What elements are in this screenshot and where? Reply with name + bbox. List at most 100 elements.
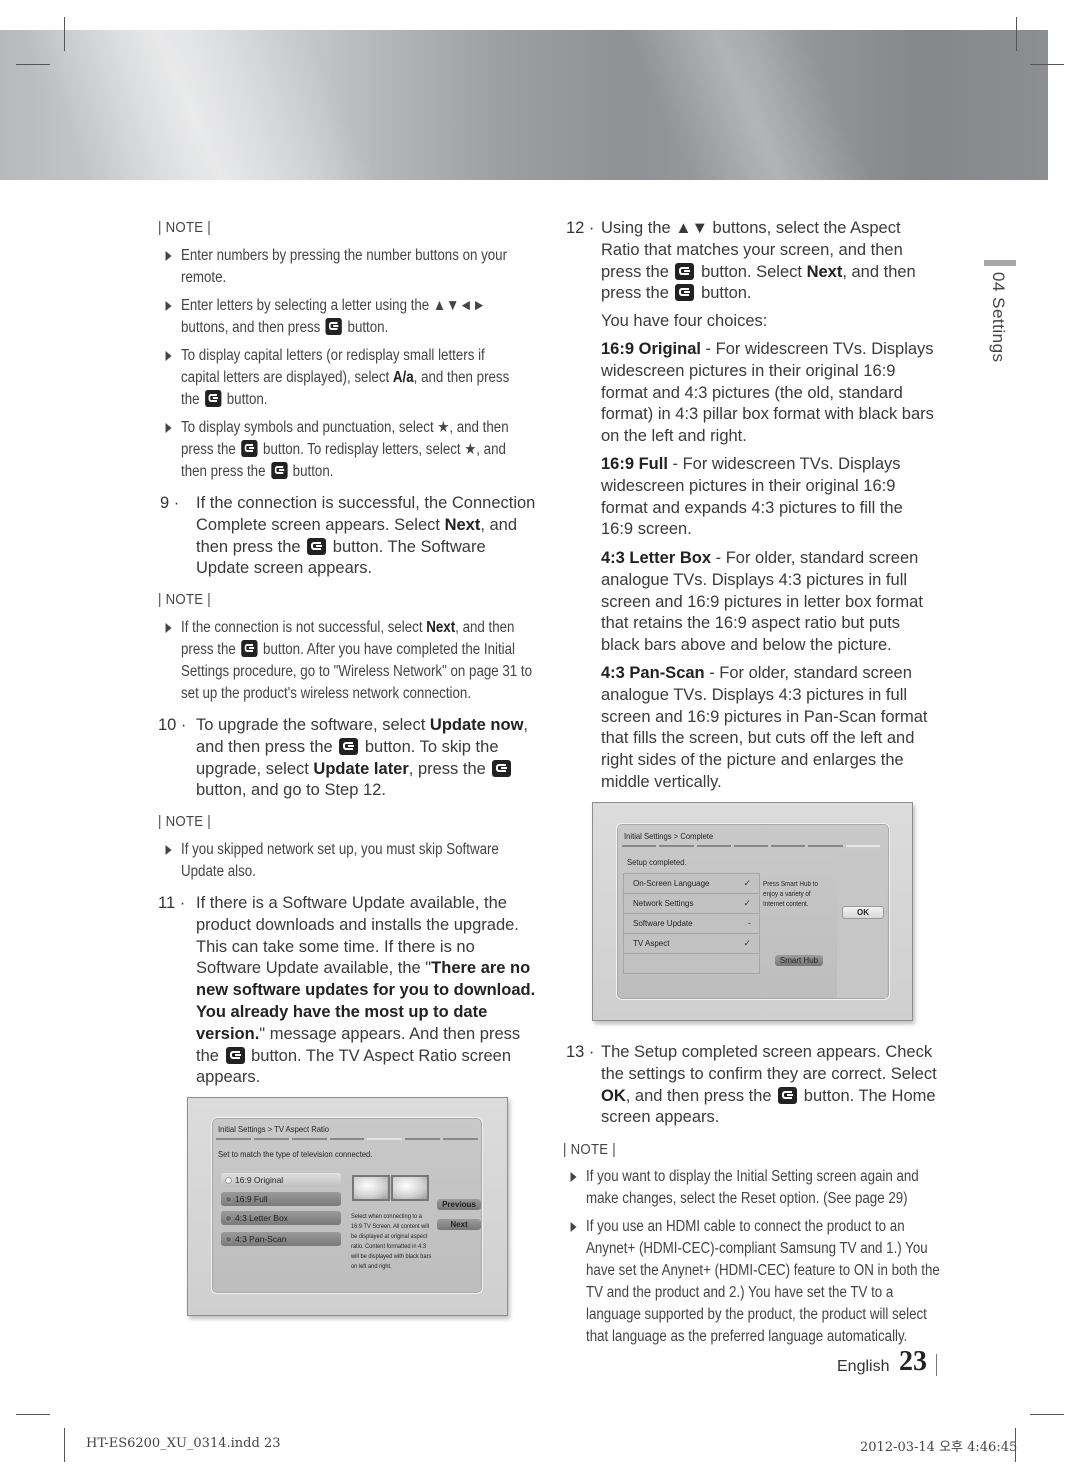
note-item: If you want to display the Initial Setti… xyxy=(570,1166,939,1210)
crop-mark xyxy=(64,17,65,51)
summary-row: Network Settings ✓ xyxy=(624,894,759,914)
aspect-ratio-screenshot: Initial Settings > TV Aspect Ratio Set t… xyxy=(187,1097,508,1316)
choice-4-3-pan-scan: 4:3 Pan-Scan - For older, standard scree… xyxy=(601,664,928,791)
choice-16-9-original: 16:9 Original - For widescreen TVs. Disp… xyxy=(601,340,934,446)
progress-steps xyxy=(216,1138,479,1140)
option-4-3-letter-box[interactable]: 4:3 Letter Box xyxy=(221,1211,341,1225)
side-panel xyxy=(837,850,887,998)
note-heading: | NOTE | xyxy=(158,219,211,236)
check-icon: ✓ xyxy=(743,898,751,908)
enter-button-icon xyxy=(225,1046,245,1064)
option-description: Select when connecting to a 16:9 TV Scre… xyxy=(351,1213,432,1270)
progress-step xyxy=(771,845,806,847)
note-item: If the connection is not successful, sel… xyxy=(165,617,534,705)
setup-complete-screenshot: Initial Settings > Complete Setup comple… xyxy=(592,802,913,1021)
progress-step xyxy=(216,1138,251,1140)
bullet-triangle-icon xyxy=(570,1222,577,1232)
progress-step xyxy=(367,1138,403,1140)
dialog-title: Initial Settings > Complete xyxy=(624,831,714,841)
bullet-triangle-icon xyxy=(570,1172,577,1182)
next-button[interactable]: Next xyxy=(437,1219,481,1230)
crop-mark xyxy=(1030,64,1064,65)
option-4-3-pan-scan[interactable]: 4:3 Pan-Scan xyxy=(221,1232,341,1246)
dialog-subtitle: Setup completed. xyxy=(627,857,687,867)
enter-button-icon xyxy=(492,759,512,777)
step-number: 10 · xyxy=(158,716,187,734)
note-item: To display capital letters (or redisplay… xyxy=(165,345,525,411)
enter-button-icon xyxy=(675,262,695,280)
preview-thumbnail xyxy=(391,1175,429,1201)
progress-step xyxy=(622,845,657,847)
step-13-text: The Setup completed screen appears. Chec… xyxy=(601,1043,937,1127)
crop-mark xyxy=(1030,1414,1064,1415)
dash-icon: - xyxy=(748,918,751,928)
step-number: 12 · xyxy=(566,219,595,237)
enter-button-icon xyxy=(778,1086,798,1104)
step-11-text: If there is a Software Update available,… xyxy=(196,894,536,1087)
chapter-label: 04 Settings xyxy=(989,272,1008,363)
enter-button-icon xyxy=(307,537,327,555)
file-name: HT-ES6200_XU_0314.indd 23 xyxy=(86,1436,281,1451)
crop-mark xyxy=(16,64,50,65)
enter-button-icon xyxy=(675,284,695,302)
header-banner xyxy=(0,30,1048,180)
summary-row: Software Update - xyxy=(624,914,759,934)
enter-button-icon xyxy=(241,640,258,657)
note-item: If you use an HDMI cable to connect the … xyxy=(570,1216,945,1348)
step-10-text: To upgrade the software, select Update n… xyxy=(196,716,528,800)
setup-complete-dialog: Initial Settings > Complete Setup comple… xyxy=(616,823,890,1000)
progress-step xyxy=(405,1138,441,1140)
note-item: Enter letters by selecting a letter usin… xyxy=(165,295,525,339)
bullet-triangle-icon xyxy=(165,301,172,311)
crop-mark xyxy=(64,1428,65,1462)
enter-button-icon xyxy=(204,390,222,407)
bullet-triangle-icon xyxy=(165,423,172,433)
progress-step xyxy=(329,1138,365,1140)
note-item: If you skipped network set up, you must … xyxy=(165,839,525,883)
progress-step xyxy=(808,845,843,847)
ok-button[interactable]: OK xyxy=(842,906,884,919)
dialog-subtitle: Set to match the type of television conn… xyxy=(218,1149,373,1159)
note-heading: | NOTE | xyxy=(563,1141,616,1158)
page-language: English xyxy=(837,1358,890,1375)
enter-button-icon xyxy=(270,462,288,479)
step-12-text: Using the ▲▼ buttons, select the Aspect … xyxy=(601,219,916,303)
choice-16-9-full: 16:9 Full - For widescreen TVs. Displays… xyxy=(601,455,903,539)
progress-step xyxy=(443,1138,479,1140)
step-number: 13 · xyxy=(566,1043,595,1061)
smart-hub-hint: Press Smart Hub to enjoy a variety of In… xyxy=(763,881,818,908)
crop-mark xyxy=(16,1414,50,1415)
radio-icon xyxy=(225,1196,232,1203)
progress-steps xyxy=(622,845,880,847)
radio-icon xyxy=(225,1177,232,1184)
bullet-triangle-icon xyxy=(165,845,172,855)
previous-button[interactable]: Previous xyxy=(437,1199,481,1210)
progress-step xyxy=(696,845,731,847)
note-heading: | NOTE | xyxy=(158,813,211,830)
chapter-tab-marker xyxy=(984,260,1016,266)
aspect-ratio-dialog: Initial Settings > TV Aspect Ratio Set t… xyxy=(211,1117,483,1294)
radio-icon xyxy=(225,1215,232,1222)
progress-step xyxy=(659,845,694,847)
check-icon: ✓ xyxy=(743,878,751,888)
settings-summary-table: On-Screen Language ✓ Network Settings ✓ … xyxy=(623,873,760,974)
choice-4-3-letter-box: 4:3 Letter Box - For older, standard scr… xyxy=(601,549,923,655)
step-number: 11 · xyxy=(158,894,186,912)
preview-thumbnail xyxy=(352,1175,390,1201)
choices-intro: You have four choices: xyxy=(601,312,768,330)
summary-row: TV Aspect ✓ xyxy=(624,934,759,954)
option-16-9-full[interactable]: 16:9 Full xyxy=(221,1192,341,1206)
step-9-text: If the connection is successful, the Con… xyxy=(196,494,536,578)
bullet-triangle-icon xyxy=(165,623,172,633)
progress-step xyxy=(291,1138,327,1140)
enter-button-icon xyxy=(339,737,359,755)
note-item: Enter numbers by pressing the number but… xyxy=(165,245,525,289)
check-icon: ✓ xyxy=(743,938,751,948)
enter-button-icon xyxy=(325,318,343,335)
progress-step xyxy=(253,1138,289,1140)
smart-hub-button[interactable]: Smart Hub xyxy=(775,955,823,966)
option-16-9-original[interactable]: 16:9 Original xyxy=(221,1173,341,1187)
bullet-triangle-icon xyxy=(165,251,172,261)
progress-step xyxy=(845,845,880,847)
note-heading: | NOTE | xyxy=(158,591,211,608)
